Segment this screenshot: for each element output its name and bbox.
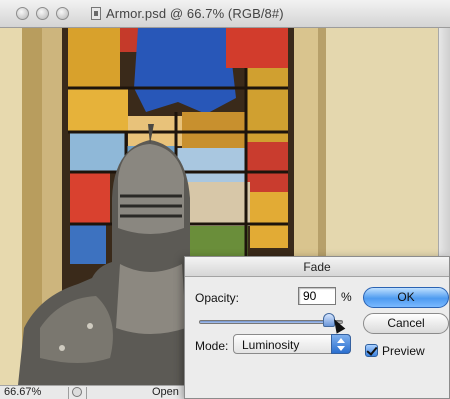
status-info-text: Open bbox=[152, 386, 179, 398]
preview-checkbox[interactable] bbox=[365, 344, 378, 357]
mode-select[interactable]: Luminosity bbox=[233, 334, 351, 354]
opacity-slider-track[interactable] bbox=[199, 320, 343, 324]
status-divider bbox=[68, 387, 69, 399]
opacity-slider-fill bbox=[200, 321, 328, 323]
fade-dialog: Fade Opacity: % Mode: Luminosity OK Canc… bbox=[184, 256, 450, 399]
mode-label: Mode: bbox=[195, 339, 229, 353]
opacity-unit: % bbox=[341, 290, 352, 304]
opacity-label: Opacity: bbox=[195, 291, 240, 305]
window-titlebar[interactable]: Armor.psd @ 66.7% (RGB/8#) bbox=[0, 0, 450, 28]
status-info-icon[interactable] bbox=[72, 387, 82, 397]
fade-dialog-titlebar[interactable]: Fade bbox=[185, 257, 449, 277]
mode-selected-value: Luminosity bbox=[242, 338, 300, 352]
psd-document-icon bbox=[91, 7, 101, 20]
zoom-icon[interactable] bbox=[56, 7, 69, 20]
popup-arrows-icon[interactable] bbox=[331, 334, 351, 354]
status-divider bbox=[86, 387, 87, 399]
minimize-icon[interactable] bbox=[36, 7, 49, 20]
window-title: Armor.psd @ 66.7% (RGB/8#) bbox=[106, 6, 284, 21]
mouse-cursor-icon bbox=[329, 316, 345, 334]
close-icon[interactable] bbox=[16, 7, 29, 20]
cancel-button[interactable]: Cancel bbox=[363, 313, 449, 334]
opacity-input[interactable] bbox=[298, 287, 336, 305]
preview-label: Preview bbox=[382, 344, 425, 358]
ok-button[interactable]: OK bbox=[363, 287, 449, 308]
zoom-level-field[interactable]: 66.67% bbox=[4, 386, 66, 399]
fade-dialog-title: Fade bbox=[303, 260, 331, 274]
